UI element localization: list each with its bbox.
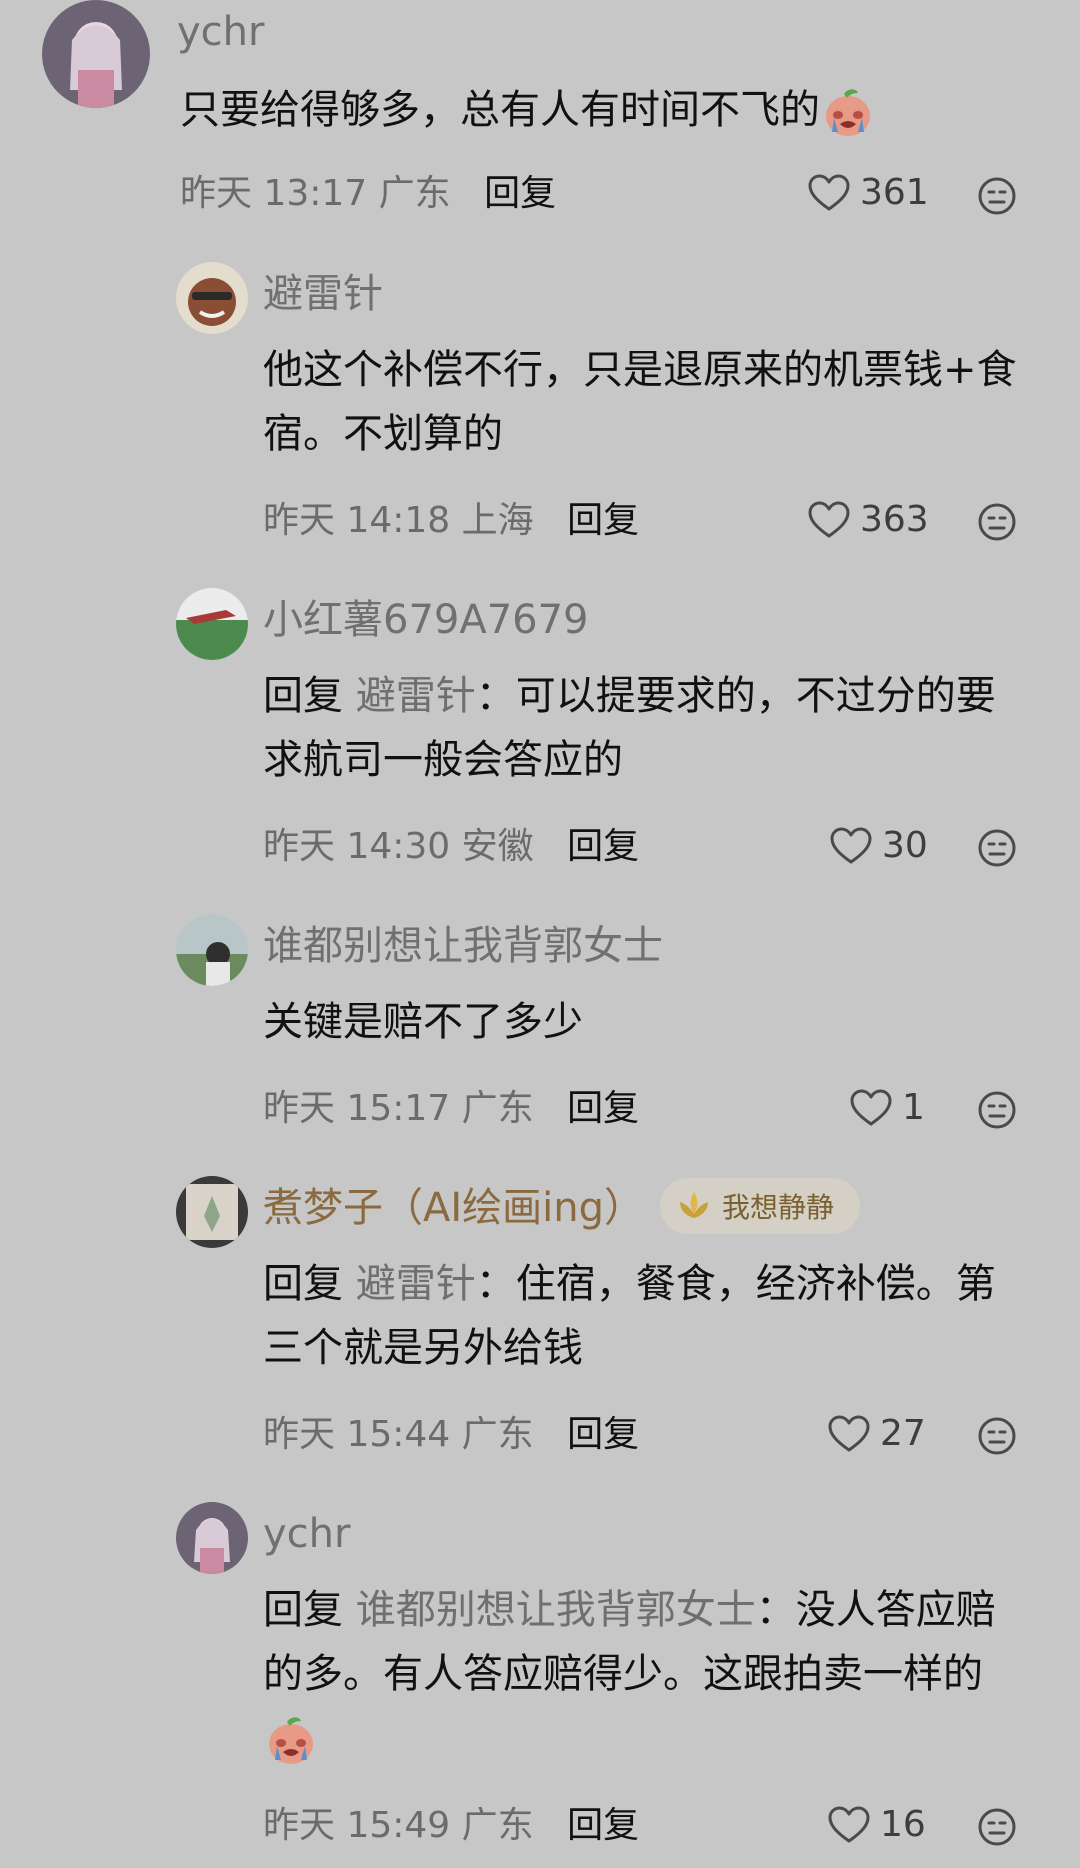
crying-peach-emoji-icon: [820, 84, 876, 140]
reply-button[interactable]: 回复: [567, 1414, 639, 1455]
like-button[interactable]: 1: [850, 1089, 925, 1127]
comment-location: 广东: [461, 1414, 534, 1455]
comment-meta: 昨天 14:30 安徽 回复: [263, 829, 639, 865]
comment-text: 回复 避雷针：可以提要求的，不过分的要 求航司一般会答应的: [263, 664, 996, 792]
comment-time: 15:49: [346, 1805, 451, 1846]
comment-time: 14:18: [346, 500, 451, 541]
heart-outline-icon: [850, 1089, 892, 1127]
like-count: 16: [880, 1804, 926, 1845]
avatar[interactable]: [176, 1502, 248, 1574]
like-count: 363: [860, 499, 929, 540]
reply-prefix: 回复: [263, 673, 343, 719]
reply-target-username[interactable]: 避雷针: [356, 673, 476, 719]
comment-text-line: 他这个补偿不行，只是退原来的机票钱+食: [263, 347, 1017, 393]
heart-outline-icon: [808, 501, 850, 539]
comment-username[interactable]: 避雷针: [263, 274, 383, 314]
like-count: 30: [882, 825, 928, 866]
avatar[interactable]: [176, 914, 248, 986]
comment-date: 昨天: [263, 1805, 336, 1846]
comment-location: 安徽: [461, 826, 534, 867]
comment-text: 回复 避雷针：住宿，餐食，经济补偿。第 三个就是另外给钱: [263, 1252, 996, 1380]
comment-meta: 昨天 15:44 广东 回复: [263, 1417, 639, 1453]
user-badge[interactable]: 我想静静: [660, 1178, 861, 1234]
dislike-face-icon[interactable]: [977, 1416, 1017, 1456]
comment-meta: 昨天 13:17 广东 回复: [180, 176, 556, 212]
comment-text-line: 回复 谁都别想让我背郭女士：没人答应赔: [263, 1578, 996, 1642]
like-count: 27: [880, 1413, 926, 1454]
reply-button[interactable]: 回复: [567, 1805, 639, 1846]
reply-target-username[interactable]: 避雷针: [356, 1261, 476, 1307]
comment-username[interactable]: 煮梦子（AI绘画ing）: [263, 1188, 644, 1228]
like-button[interactable]: 16: [828, 1806, 926, 1844]
avatar[interactable]: [176, 262, 248, 334]
comment-text-content: ：住宿，餐食，经济补偿。第: [475, 1261, 996, 1307]
comment-date: 昨天: [263, 1414, 336, 1455]
comment-username[interactable]: 谁都别想让我背郭女士: [263, 926, 663, 966]
comment-meta: 昨天 15:17 广东 回复: [263, 1091, 639, 1127]
badge-label: 我想静静: [722, 1191, 835, 1224]
like-button[interactable]: 30: [830, 827, 928, 865]
comment-text-line: 三个就是另外给钱: [263, 1325, 583, 1371]
comment-date: 昨天: [180, 173, 253, 214]
comment-time: 13:17: [263, 173, 368, 214]
reply-button[interactable]: 回复: [484, 173, 556, 214]
reply-button[interactable]: 回复: [567, 826, 639, 867]
comment-time: 15:17: [346, 1088, 451, 1129]
reply-button[interactable]: 回复: [567, 500, 639, 541]
reply-prefix: 回复: [263, 1261, 343, 1307]
comment-text-content: 关键是赔不了多少: [263, 999, 583, 1045]
comment-text-line: 的多。有人答应赔得少。这跟拍卖一样的: [263, 1651, 983, 1697]
reply-target-username[interactable]: 谁都别想让我背郭女士: [356, 1587, 756, 1633]
comment-date: 昨天: [263, 1088, 336, 1129]
comment-location: 上海: [461, 500, 534, 541]
comment-meta: 昨天 15:49 广东 回复: [263, 1808, 639, 1844]
comment-time: 14:30: [346, 826, 451, 867]
avatar[interactable]: [176, 1176, 248, 1248]
dislike-face-icon[interactable]: [977, 176, 1017, 216]
dislike-face-icon[interactable]: [977, 502, 1017, 542]
comment-text-content: ：可以提要求的，不过分的要: [475, 673, 996, 719]
like-button[interactable]: 361: [808, 174, 929, 212]
dislike-face-icon[interactable]: [977, 1807, 1017, 1847]
comment-location: 广东: [461, 1805, 534, 1846]
comment-date: 昨天: [263, 826, 336, 867]
comment-emoji-line: [263, 1706, 996, 1770]
comment-text-line: 宿。不划算的: [263, 411, 503, 457]
comment-text-line: 求航司一般会答应的: [263, 737, 623, 783]
comment-text: 他这个补偿不行，只是退原来的机票钱+食 宿。不划算的: [263, 338, 1017, 466]
reply-prefix: 回复: [263, 1587, 343, 1633]
crying-peach-emoji-icon: [263, 1712, 319, 1768]
comment-text: 回复 谁都别想让我背郭女士：没人答应赔 的多。有人答应赔得少。这跟拍卖一样的: [263, 1578, 996, 1770]
comment-text-line: 回复 避雷针：可以提要求的，不过分的要: [263, 664, 996, 728]
like-count: 1: [902, 1087, 925, 1128]
heart-outline-icon: [828, 1415, 870, 1453]
comment-text: 只要给得够多，总有人有时间不飞的: [180, 78, 876, 142]
lotus-icon: [680, 1192, 708, 1218]
comment-text-content: ：没人答应赔: [755, 1587, 996, 1633]
comment-username[interactable]: ychr: [263, 1514, 350, 1554]
avatar[interactable]: [176, 588, 248, 660]
comment-location: 广东: [378, 173, 451, 214]
comment-text-content: 只要给得够多，总有人有时间不飞的: [180, 87, 820, 133]
heart-outline-icon: [808, 174, 850, 212]
comment-location: 广东: [461, 1088, 534, 1129]
comment-username[interactable]: 小红薯679A7679: [263, 600, 589, 640]
comment-meta: 昨天 14:18 上海 回复: [263, 503, 639, 539]
dislike-face-icon[interactable]: [977, 1090, 1017, 1130]
avatar[interactable]: [42, 0, 150, 108]
comment-text: 关键是赔不了多少: [263, 990, 583, 1054]
like-button[interactable]: 27: [828, 1415, 926, 1453]
like-button[interactable]: 363: [808, 501, 929, 539]
heart-outline-icon: [828, 1806, 870, 1844]
comment-text-line: 回复 避雷针：住宿，餐食，经济补偿。第: [263, 1252, 996, 1316]
like-count: 361: [860, 172, 929, 213]
heart-outline-icon: [830, 827, 872, 865]
comment-date: 昨天: [263, 500, 336, 541]
comment-time: 15:44: [346, 1414, 451, 1455]
comment-username[interactable]: ychr: [177, 12, 264, 52]
dislike-face-icon[interactable]: [977, 828, 1017, 868]
reply-button[interactable]: 回复: [567, 1088, 639, 1129]
